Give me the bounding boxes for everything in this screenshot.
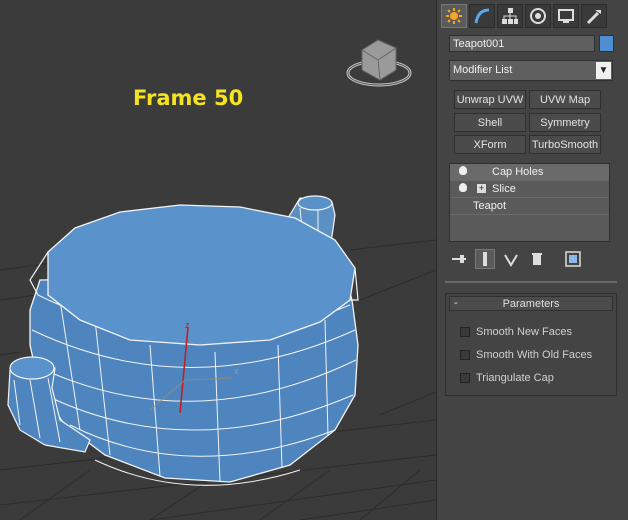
- create-tab[interactable]: [441, 4, 467, 28]
- make-unique-button[interactable]: [501, 249, 521, 269]
- display-tab[interactable]: [553, 4, 579, 28]
- command-panel-tabs: [441, 4, 607, 28]
- parameters-title: Parameters: [502, 297, 560, 310]
- configure-sets-icon: [565, 251, 581, 267]
- modify-tab[interactable]: [469, 4, 495, 28]
- checkbox-label: Smooth With Old Faces: [476, 348, 593, 361]
- expand-plus-icon[interactable]: +: [477, 184, 486, 193]
- hierarchy-icon: [502, 8, 518, 24]
- checkbox-box[interactable]: [460, 372, 470, 383]
- stack-item-label: Cap Holes: [492, 166, 544, 178]
- checkbox-box[interactable]: [460, 349, 470, 360]
- svg-text:x: x: [234, 366, 239, 376]
- lightbulb-icon[interactable]: [459, 183, 467, 192]
- symmetry-button[interactable]: Symmetry: [529, 113, 601, 132]
- stack-item-label: Slice: [492, 183, 516, 195]
- utilities-tab[interactable]: [581, 4, 607, 28]
- svg-text:z: z: [185, 320, 190, 330]
- stack-item-teapot[interactable]: Teapot: [450, 198, 609, 215]
- unwrap-uvw-button[interactable]: Unwrap UVW: [454, 90, 526, 109]
- modifier-stack: Cap Holes + Slice Teapot: [449, 163, 610, 242]
- stack-item-label: Teapot: [473, 200, 507, 212]
- lightbulb-icon[interactable]: [459, 166, 467, 175]
- modify-icon: [474, 8, 490, 24]
- modifier-list-label: Modifier List: [453, 64, 513, 76]
- make-unique-icon: [504, 254, 518, 267]
- triangulate-cap-checkbox[interactable]: Triangulate Cap: [460, 371, 554, 384]
- stack-item-slice[interactable]: + Slice: [450, 181, 609, 198]
- modifier-list-dropdown[interactable]: Modifier List ▼: [449, 60, 613, 81]
- parameters-rollout: - Parameters Smooth New Faces Smooth Wit…: [445, 293, 617, 396]
- remove-modifier-icon: [532, 253, 542, 265]
- uvw-map-button[interactable]: UVW Map: [529, 90, 601, 109]
- viewport-scene: z x: [0, 39, 436, 520]
- smooth-with-old-faces-checkbox[interactable]: Smooth With Old Faces: [460, 348, 592, 361]
- show-end-result-button[interactable]: [475, 249, 495, 269]
- parameters-rollout-header[interactable]: - Parameters: [449, 296, 613, 311]
- show-end-result-icon: [483, 252, 487, 266]
- object-color-swatch[interactable]: [599, 35, 614, 52]
- panel-divider: [445, 281, 617, 283]
- stack-toolbar: [449, 249, 612, 269]
- create-icon: [446, 8, 462, 24]
- object-name-field[interactable]: Teapot001: [449, 35, 595, 52]
- pin-stack-icon: [452, 255, 466, 263]
- xform-button[interactable]: XForm: [454, 135, 526, 154]
- viewcube-icon[interactable]: [346, 39, 412, 87]
- motion-icon: [530, 8, 546, 24]
- collapse-icon[interactable]: -: [454, 297, 458, 309]
- command-panel: Teapot001 Modifier List ▼ Unwrap UVW UVW…: [437, 0, 628, 520]
- motion-tab[interactable]: [525, 4, 551, 28]
- checkbox-box[interactable]: [460, 326, 470, 337]
- hierarchy-tab[interactable]: [497, 4, 523, 28]
- chevron-down-icon[interactable]: ▼: [596, 62, 611, 79]
- remove-modifier-button[interactable]: [527, 249, 547, 269]
- pin-stack-button[interactable]: [449, 249, 469, 269]
- perspective-viewport[interactable]: z x Frame 50: [0, 0, 437, 520]
- turbosmooth-button[interactable]: TurboSmooth: [529, 135, 601, 154]
- smooth-new-faces-checkbox[interactable]: Smooth New Faces: [460, 325, 572, 338]
- utilities-icon: [586, 10, 601, 25]
- frame-counter-label: Frame 50: [133, 86, 244, 110]
- stack-item-cap-holes[interactable]: Cap Holes: [450, 164, 609, 181]
- checkbox-label: Smooth New Faces: [476, 325, 572, 338]
- configure-sets-button[interactable]: [563, 249, 583, 269]
- display-icon: [558, 9, 574, 23]
- checkbox-label: Triangulate Cap: [476, 371, 554, 384]
- shell-button[interactable]: Shell: [454, 113, 526, 132]
